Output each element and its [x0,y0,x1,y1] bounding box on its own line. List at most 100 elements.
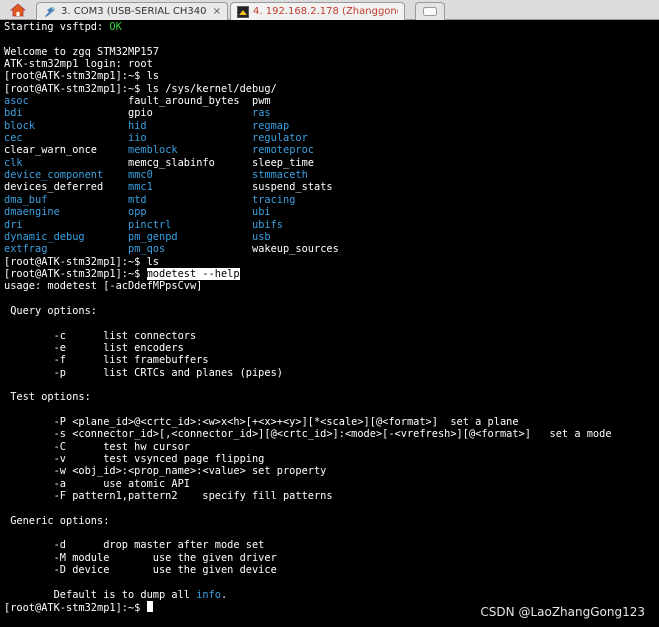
terminal-line: Starting vsftpd: OK [4,21,659,33]
option-line: -P <plane_id>@<crtc_id>:<w>x<h>[+<x>+<y>… [4,416,519,428]
prompt-line: [root@ATK-stm32mp1]:~$ ls /sys/kernel/de… [4,83,659,95]
serial-icon [45,6,55,17]
file-entry: devices_deferred [4,181,104,194]
ssh-icon [237,5,249,18]
directory-entry: ras [252,107,271,120]
generic-options: -d drop master after mode set -M module … [4,539,659,576]
ok-status: OK [109,21,122,33]
listing-row: dri pinctrl ubifs [4,219,659,231]
tab-com3[interactable]: 3. COM3 (USB-SERIAL CH340 (CO × [36,2,228,20]
listing-row: device_component mmc0 stmmaceth [4,169,659,181]
directory-entry: pinctrl [128,218,172,231]
directory-entry: hid [128,119,147,132]
directory-entry: device_component [4,169,104,182]
option-line: -f list framebuffers [4,354,209,367]
listing-row: asoc fault_around_bytes pwm [4,95,659,107]
directory-entry: ubi [252,206,271,219]
section-header: Generic options: [4,514,110,527]
file-entry: gpio [128,107,153,120]
watermark: CSDN @LaoZhangGong123 [480,605,645,619]
option-line: -p list CRTCs and planes (pipes) [4,366,283,379]
file-entry: clear_warn_once [4,144,97,157]
directory-entry: memblock [128,144,178,157]
home-button[interactable] [6,1,30,18]
directory-entry: dynamic_debug [4,230,85,243]
option-line: -C test hw cursor [4,440,190,453]
directory-entry: extfrag [4,243,48,256]
test-options: -P <plane_id>@<crtc_id>:<w>x<h>[+<x>+<y>… [4,416,659,502]
selected-command[interactable]: modetest --help [146,267,240,280]
login-line: ATK-stm32mp1 login: root [4,58,153,71]
directory-entry: asoc [4,95,29,108]
directory-entry: tracing [252,193,296,206]
home-icon [10,2,26,16]
directory-entry: iio [128,132,147,145]
option-line: -w <obj_id>:<prop_name>:<value> set prop… [4,465,327,478]
option-line: -M module use the given driver [4,551,277,564]
directory-entry: mmc1 [128,181,153,194]
listing-row: block hid regmap [4,120,659,132]
directory-entry: clk [4,156,23,169]
section-header: Query options: [4,304,97,317]
listing-row: extfrag pm_qos wakeup_sources [4,243,659,255]
file-entry: memcg_slabinfo [128,156,215,169]
directory-entry: dma_buf [4,193,48,206]
shell-prompt: [root@ATK-stm32mp1]:~$ [4,82,141,95]
directory-entry: ubifs [252,218,283,231]
directory-entry: bdi [4,107,23,120]
new-tab-icon [423,7,437,16]
file-entry: suspend_stats [252,181,333,194]
tab-ssh[interactable]: 4. 192.168.2.178 (Zhanggong) [230,2,405,20]
shell-prompt: [root@ATK-stm32mp1]:~$ [4,267,141,280]
directory-entry: dri [4,218,23,231]
option-line: -c list connectors [4,329,197,342]
terminal-output[interactable]: Starting vsftpd: OK Welcome to zgq STM32… [0,20,659,627]
shell-prompt: [root@ATK-stm32mp1]:~$ [4,255,141,268]
directory-entry: block [4,119,35,132]
file-entry: pwm [252,95,271,108]
welcome-line: Welcome to zgq STM32MP157 [4,45,159,58]
option-line: -s <connector_id>[,<connector_id>][@<crt… [4,428,612,441]
option-line: -e list encoders [4,341,184,354]
default-line: Default is to dump all info. [4,589,659,601]
command-text: ls /sys/kernel/debug/ [140,82,277,95]
command-text: ls [140,70,159,83]
listing-row: dynamic_debug pm_genpd usb [4,231,659,243]
option-line: -d drop master after mode set [4,539,265,552]
directory-entry: opp [128,206,147,219]
directory-entry: dmaengine [4,206,60,219]
prompt-line: [root@ATK-stm32mp1]:~$ modetest --help [4,267,659,280]
section-header: Test options: [4,391,91,404]
new-tab-button[interactable] [415,2,445,20]
prompt-line: [root@ATK-stm32mp1]:~$ ls [4,70,659,82]
option-line: -a use atomic API [4,477,190,490]
tab-bar: 3. COM3 (USB-SERIAL CH340 (CO × 4. 192.1… [0,0,659,20]
info-word: info [196,588,221,601]
close-icon[interactable]: × [207,6,221,17]
listing-row: dma_buf mtd tracing [4,194,659,206]
tab-label: 3. COM3 (USB-SERIAL CH340 (CO [61,6,207,17]
tab-label: 4. 192.168.2.178 (Zhanggong) [253,6,398,17]
option-line: -D device use the given device [4,564,277,577]
file-entry: sleep_time [252,156,314,169]
prompt-line: [root@ATK-stm32mp1]:~$ ls [4,256,659,268]
default-text: Default is to dump all [4,588,197,601]
default-suffix: . [221,588,228,601]
directory-entry: regmap [252,119,290,132]
listing-row: dmaengine opp ubi [4,206,659,218]
command-text: ls [140,255,159,268]
directory-entry: regulator [252,132,308,145]
directory-entry: usb [252,230,271,243]
listing-row: clear_warn_once memblock remoteproc [4,144,659,156]
directory-entry: cec [4,132,23,145]
file-entry: fault_around_bytes [128,95,240,108]
listing-row: bdi gpio ras [4,107,659,119]
status-text: Starting vsftpd: [4,21,110,33]
